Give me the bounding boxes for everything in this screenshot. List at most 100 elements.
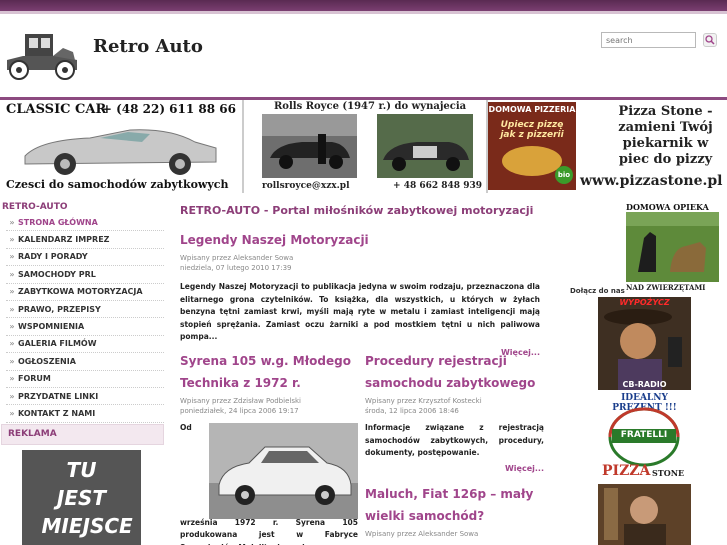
- article-date: poniedziałek, 24 lipca 2006 19:17: [180, 407, 299, 415]
- sidebar-item-label: PRZYDATNE LINKI: [18, 391, 99, 401]
- banner-pizza-stone[interactable]: DOMOWA PIZZERIA Upiecz pizzę jak z pizze…: [488, 100, 727, 193]
- banner-rolls-phone: + 48 662 848 939: [393, 181, 482, 191]
- sidebar: RETRO-AUTO » STRONA GŁÓWNA » KALENDARZ IMP…: [0, 200, 165, 445]
- rolls-photo-1: [262, 114, 357, 178]
- banner-row: CLASSIC CAR + (48 22) 611 88 66 Czesci d…: [0, 100, 727, 193]
- pizza-image: [502, 146, 562, 176]
- double-chevron-icon: »: [9, 374, 15, 384]
- cb-radio-photo: [598, 297, 691, 390]
- sidebar-item-label: SAMOCHODY PRL: [18, 269, 96, 279]
- article-author: Wpisany przez Aleksander Sowa: [365, 530, 479, 538]
- pizzeria-box-image: DOMOWA PIZZERIA Upiecz pizzę jak z pizze…: [488, 102, 576, 190]
- sidebar-item-kalendarz[interactable]: » KALENDARZ IMPREZ: [6, 231, 164, 249]
- pizzeria-slogan: Upiecz pizzę jak z pizzerii: [500, 120, 564, 140]
- article-procedury: Procedury rejestracji samochodu zabytkow…: [365, 350, 544, 473]
- site-title[interactable]: Retro Auto: [93, 36, 203, 57]
- sidebar-item-prawo[interactable]: » PRAWO, PRZEPISY: [6, 301, 164, 319]
- read-more-link[interactable]: Więcej...: [365, 464, 544, 473]
- banner-classic-phone: + (48 22) 611 88 66: [101, 102, 236, 116]
- sidebar-title: RETRO-AUTO: [2, 202, 68, 212]
- man-photo-image[interactable]: [598, 484, 691, 545]
- banner-rolls-title: Rolls Royce (1947 r.) do wynajecia: [274, 101, 467, 112]
- dogs-image: [626, 212, 719, 282]
- top-bar: [0, 0, 727, 11]
- double-chevron-icon: »: [9, 408, 15, 418]
- fratelli-pizza-logo[interactable]: FRATELLI PIZZA STONE: [598, 405, 691, 483]
- article-title[interactable]: Legendy Naszej Motoryzacji: [180, 229, 540, 251]
- banner-rolls-royce[interactable]: Rolls Royce (1947 r.) do wynajecia rolls…: [244, 100, 486, 193]
- sidebar-item-label: OGŁOSZENIA: [18, 356, 76, 366]
- banner-classic-car[interactable]: CLASSIC CAR + (48 22) 611 88 66 Czesci d…: [0, 100, 242, 193]
- article-body-end: września 1972 r. Syrena 105 produkowana …: [180, 517, 358, 545]
- double-chevron-icon: »: [9, 287, 15, 297]
- sidebar-item-label: KALENDARZ IMPREZ: [18, 235, 110, 245]
- sidebar-item-strona-glowna[interactable]: » STRONA GŁÓWNA: [6, 214, 164, 232]
- stone-text: STONE: [652, 468, 685, 478]
- banner-classic-caption: Czesci do samochodów zabytkowych: [6, 178, 229, 191]
- article-body: Informacje związane z rejestracją samoch…: [365, 423, 544, 457]
- double-chevron-icon: »: [9, 217, 15, 227]
- join-us-label: Dołącz do nas: [570, 287, 625, 295]
- banner-classic-title: CLASSIC CAR: [6, 102, 107, 117]
- double-chevron-icon: »: [9, 356, 15, 366]
- article-title[interactable]: Syrena 105 w.g. Młodego Technika z 1972 …: [180, 350, 358, 394]
- search-icon: [705, 35, 715, 45]
- sidebar-item-linki[interactable]: » PRZYDATNE LINKI: [6, 388, 164, 406]
- syrena-car-photo: [209, 423, 358, 519]
- banner-rolls-email: rollsroyce@xzx.pl: [262, 181, 350, 191]
- site-logo[interactable]: [3, 30, 81, 82]
- article-title[interactable]: Procedury rejestracji samochodu zabytkow…: [365, 350, 544, 394]
- syrena-car-image: [209, 423, 358, 519]
- rolls-photo-2: [377, 114, 473, 178]
- vintage-car-icon: [7, 34, 77, 80]
- page-title: RETRO-AUTO - Portal miłośników zabytkowe…: [180, 204, 534, 217]
- article-date: niedziela, 07 lutego 2010 17:39: [180, 264, 292, 272]
- search-button[interactable]: [703, 33, 717, 47]
- fratelli-text: FRATELLI: [620, 430, 668, 440]
- top-line: [0, 11, 727, 14]
- double-chevron-icon: »: [9, 269, 15, 279]
- sidebar-item-zabytkowa[interactable]: » ZABYTKOWA MOTORYZACJA: [6, 284, 164, 301]
- double-chevron-icon: »: [9, 339, 15, 349]
- sidebar-item-forum[interactable]: » FORUM: [6, 371, 164, 388]
- sidebar-item-label: KONTAKT Z NAMI: [18, 408, 96, 418]
- sidebar-item-samochody-prl[interactable]: » SAMOCHODY PRL: [6, 266, 164, 284]
- search-input[interactable]: [601, 32, 696, 48]
- sidebar-item-label: PRAWO, PRZEPISY: [18, 304, 101, 314]
- sidebar-item-label: FORUM: [18, 374, 51, 384]
- article-legendy: Legendy Naszej Motoryzacji Wpisany przez…: [180, 229, 540, 357]
- sidebar-item-label: ZABYTKOWA MOTORYZACJA: [18, 287, 143, 297]
- domowa-opieka-subtitle: NAD ZWIERZĘTAMI: [626, 283, 706, 292]
- double-chevron-icon: »: [9, 391, 15, 401]
- article-title[interactable]: Maluch, Fiat 126p – mały wielki samochód…: [365, 483, 544, 527]
- sidebar-item-kontakt[interactable]: » KONTAKT Z NAMI: [6, 405, 164, 423]
- classic-car-image: [24, 129, 217, 175]
- sidebar-item-ogloszenia[interactable]: » OGŁOSZENIA: [6, 353, 164, 371]
- sidebar-item-label: GALERIA FILMÓW: [18, 339, 97, 349]
- sidebar-item-wspomnienia[interactable]: » WSPOMNIENIA: [6, 318, 164, 336]
- pizza-text: PIZZA: [602, 463, 651, 479]
- sidebar-item-label: STRONA GŁÓWNA: [18, 217, 98, 227]
- sidebar-item-label: RADY I PORADY: [18, 252, 88, 262]
- article-body: Legendy Naszej Motoryzacji to publikacja…: [180, 282, 540, 341]
- sidebar-item-galeria[interactable]: » GALERIA FILMÓW: [6, 336, 164, 354]
- article-author: Wpisany przez Zdzisław Podbielski: [180, 397, 301, 405]
- rolls-car-2-image: [383, 142, 469, 171]
- reklama-header: REKLAMA: [1, 423, 164, 445]
- ad-text: TU JEST MIEJSCE: [41, 458, 133, 538]
- sidebar-item-label: WSPOMNIENIA: [18, 322, 85, 332]
- double-chevron-icon: »: [9, 322, 15, 332]
- article-author: Wpisany przez Aleksander Sowa: [180, 254, 294, 262]
- article-maluch: Maluch, Fiat 126p – mały wielki samochód…: [365, 483, 544, 539]
- double-chevron-icon: »: [9, 252, 15, 262]
- article-date: środa, 12 lipca 2006 18:46: [365, 407, 459, 415]
- sidebar-item-rady[interactable]: » RADY I PORADY: [6, 249, 164, 267]
- rolls-car-1-image: [262, 114, 357, 169]
- cb-radio-ad-image[interactable]: [598, 297, 691, 390]
- pizzeria-label: DOMOWA PIZZERIA: [488, 105, 576, 114]
- domowa-opieka-title: DOMOWA OPIEKA: [626, 202, 709, 212]
- man-photo: [598, 484, 691, 545]
- ad-placeholder[interactable]: TU JEST MIEJSCE: [22, 450, 141, 545]
- banner-pizza-headline: Pizza Stone - zamieni Twój piekarnik w p…: [618, 104, 713, 167]
- dogs-ad-image[interactable]: [626, 212, 719, 282]
